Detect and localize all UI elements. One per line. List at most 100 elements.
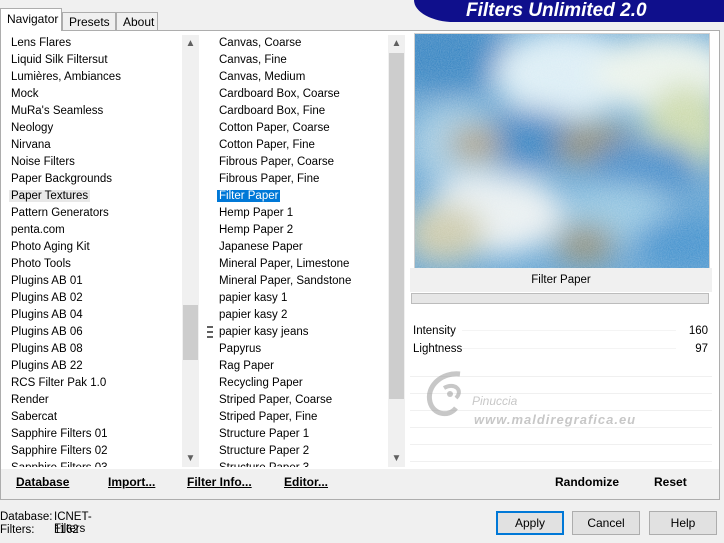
filter-item[interactable]: Papyrus	[213, 341, 388, 358]
category-item[interactable]: Plugins AB 06	[1, 324, 181, 341]
filter-item[interactable]: Filter Paper	[213, 188, 388, 205]
category-item[interactable]: Liquid Silk Filtersut	[1, 52, 181, 69]
category-item[interactable]: Plugins AB 01	[1, 273, 181, 290]
filter-scrollbar[interactable]: ▲ ▼	[388, 35, 405, 467]
category-list[interactable]: Lens Flares Liquid Silk Filtersut Lumières…	[1, 35, 181, 467]
import-button[interactable]: Import...	[108, 475, 155, 489]
category-item-label: Sapphire Filters 01	[11, 428, 108, 440]
filter-item-label: papier kasy 1	[219, 292, 288, 304]
filter-list[interactable]: Canvas, Coarse Canvas, Fine Canvas, Medium…	[213, 35, 388, 467]
filter-item[interactable]: Striped Paper, Fine	[213, 409, 388, 426]
scroll-up-icon[interactable]: ▲	[182, 35, 199, 52]
category-item[interactable]: Sapphire Filters 02	[1, 443, 181, 460]
category-item-label: Noise Filters	[11, 156, 75, 168]
category-item[interactable]: Photo Tools	[1, 256, 181, 273]
filter-item[interactable]: Structure Paper 3	[213, 460, 388, 467]
scroll-up-icon[interactable]: ▲	[388, 35, 405, 52]
category-item[interactable]: MuRa's Seamless	[1, 103, 181, 120]
param-label: Lightness	[413, 343, 463, 355]
app-title-banner: Filters Unlimited 2.0	[414, 0, 724, 22]
category-item-label: Sapphire Filters 03	[9, 462, 110, 467]
category-item[interactable]: Photo Aging Kit	[1, 239, 181, 256]
param-row-intensity[interactable]: Intensity 160	[410, 322, 712, 340]
filter-item[interactable]: Mineral Paper, Limestone	[213, 256, 388, 273]
filter-item-label: papier kasy 2	[219, 309, 288, 321]
category-item[interactable]: Plugins AB 22	[1, 358, 181, 375]
filter-item-label: Hemp Paper 1	[219, 207, 294, 219]
filter-item-label: Rag Paper	[219, 360, 274, 372]
category-item[interactable]: Noise Filters	[1, 154, 181, 171]
filter-item[interactable]: Cardboard Box, Fine	[213, 103, 388, 120]
filter-item[interactable]: papier kasy 1	[213, 290, 388, 307]
filter-item[interactable]: Canvas, Coarse	[213, 35, 388, 52]
bottom-toolbar: Database Import... Filter Info... Editor…	[1, 469, 719, 499]
filter-info-button[interactable]: Filter Info...	[187, 475, 252, 489]
filter-item[interactable]: Rag Paper	[213, 358, 388, 375]
category-item[interactable]: Sapphire Filters 01	[1, 426, 181, 443]
category-item[interactable]: Lumières, Ambiances	[1, 69, 181, 86]
param-value: 97	[695, 343, 708, 355]
param-slider[interactable]	[462, 348, 676, 349]
category-item[interactable]: Paper Backgrounds	[1, 171, 181, 188]
scroll-down-icon[interactable]: ▼	[182, 450, 199, 467]
tab-presets[interactable]: Presets	[62, 12, 116, 30]
filter-item-label: Striped Paper, Coarse	[219, 394, 333, 406]
filter-item[interactable]: Structure Paper 1	[213, 426, 388, 443]
database-button[interactable]: Database	[16, 475, 69, 489]
filter-item[interactable]: Cardboard Box, Coarse	[213, 86, 388, 103]
category-scrollbar[interactable]: ▲ ▼	[182, 35, 199, 467]
category-item-label: Pattern Generators	[11, 207, 109, 219]
category-item[interactable]: Plugins AB 08	[1, 341, 181, 358]
filter-item[interactable]: Hemp Paper 2	[213, 222, 388, 239]
filter-item-label: Structure Paper 2	[219, 445, 310, 457]
category-item-label: Lens Flares	[11, 37, 72, 49]
filter-item[interactable]: Canvas, Fine	[213, 52, 388, 69]
tab-navigator[interactable]: Navigator	[0, 8, 62, 31]
apply-button[interactable]: Apply	[496, 511, 564, 535]
category-item[interactable]: Paper Textures	[1, 188, 181, 205]
category-item[interactable]: Sapphire Filters 03	[1, 460, 181, 467]
randomize-button[interactable]: Randomize	[555, 475, 619, 489]
category-item[interactable]: Sabercat	[1, 409, 181, 426]
filter-item-label: Hemp Paper 2	[219, 224, 294, 236]
category-item-label: MuRa's Seamless	[11, 105, 104, 117]
category-item[interactable]: Neology	[1, 120, 181, 137]
filter-item[interactable]: Structure Paper 2	[213, 443, 388, 460]
filter-item[interactable]: Hemp Paper 1	[213, 205, 388, 222]
category-item[interactable]: Lens Flares	[1, 35, 181, 52]
filter-item[interactable]: Cotton Paper, Coarse	[213, 120, 388, 137]
category-item[interactable]: Plugins AB 02	[1, 290, 181, 307]
scroll-down-icon[interactable]: ▼	[388, 450, 405, 467]
category-item[interactable]: penta.com	[1, 222, 181, 239]
category-item[interactable]: Nirvana	[1, 137, 181, 154]
filter-item[interactable]: Japanese Paper	[213, 239, 388, 256]
cancel-button[interactable]: Cancel	[572, 511, 640, 535]
help-button[interactable]: Help	[649, 511, 717, 535]
filter-scroll-thumb[interactable]	[389, 53, 404, 399]
filter-item[interactable]: Canvas, Medium	[213, 69, 388, 86]
category-item[interactable]: Mock	[1, 86, 181, 103]
tab-about[interactable]: About	[116, 12, 158, 30]
category-scroll-thumb[interactable]	[183, 305, 198, 360]
category-item-label: Nirvana	[11, 139, 51, 151]
filter-item[interactable]: papier kasy jeans	[213, 324, 388, 341]
reset-button[interactable]: Reset	[654, 475, 687, 489]
parameter-list: Intensity 160 Lightness 97	[410, 322, 712, 358]
filter-item[interactable]: Cotton Paper, Fine	[213, 137, 388, 154]
filter-item[interactable]: Recycling Paper	[213, 375, 388, 392]
param-row-lightness[interactable]: Lightness 97	[410, 340, 712, 358]
editor-button[interactable]: Editor...	[284, 475, 328, 489]
filter-item[interactable]: Striped Paper, Coarse	[213, 392, 388, 409]
category-item[interactable]: Plugins AB 04	[1, 307, 181, 324]
filter-item[interactable]: Fibrous Paper, Fine	[213, 171, 388, 188]
category-item[interactable]: Render	[1, 392, 181, 409]
filter-item-label: Cotton Paper, Coarse	[219, 122, 330, 134]
filter-item[interactable]: Mineral Paper, Sandstone	[213, 273, 388, 290]
filter-item-label: Recycling Paper	[219, 377, 303, 389]
category-item[interactable]: RCS Filter Pak 1.0	[1, 375, 181, 392]
filter-item[interactable]: papier kasy 2	[213, 307, 388, 324]
filter-item[interactable]: Fibrous Paper, Coarse	[213, 154, 388, 171]
category-item-label: Neology	[11, 122, 54, 134]
param-slider[interactable]	[462, 330, 676, 331]
category-item[interactable]: Pattern Generators	[1, 205, 181, 222]
